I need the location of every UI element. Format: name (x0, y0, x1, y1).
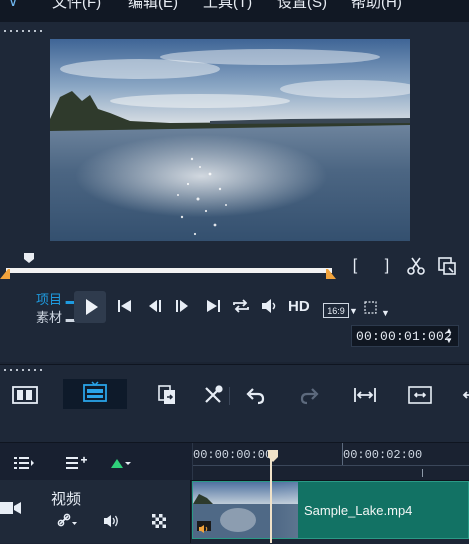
mark-in-icon[interactable]: [ (346, 257, 364, 275)
add-track-button[interactable] (66, 456, 88, 475)
playhead-line[interactable] (270, 452, 272, 543)
menu-edit[interactable]: 编辑(E) (128, 0, 178, 12)
panel-grip[interactable] (2, 29, 42, 33)
undo-icon (246, 388, 265, 405)
aspect-ratio-button[interactable]: 16:9 (323, 303, 349, 318)
skip-end-icon (207, 300, 220, 312)
go-to-start-button[interactable] (116, 298, 134, 319)
menu-tools[interactable]: 工具(T) (203, 0, 252, 12)
mark-out-icon[interactable]: ] (378, 257, 396, 275)
timecode-value: 00:00:01:002 (356, 328, 453, 344)
resize-icon (408, 386, 432, 404)
clip-thumbnail-frame (273, 482, 298, 538)
volume-icon (262, 299, 276, 313)
volume-button[interactable] (260, 297, 280, 320)
ruler-baseline (193, 465, 469, 466)
prev-frame-icon (149, 300, 161, 312)
project-resize-button[interactable] (405, 382, 435, 408)
scrubber-handle[interactable] (23, 251, 35, 263)
undo-button[interactable] (240, 382, 270, 408)
zoom-fit-icon (364, 301, 377, 314)
grid-icon (152, 514, 166, 528)
play-button[interactable] (74, 291, 106, 323)
track-list-icon (14, 457, 34, 469)
tools-icon (205, 385, 223, 403)
aspect-dropdown-icon[interactable]: ▼ (349, 306, 358, 316)
zoom-fit-button[interactable] (364, 301, 378, 320)
film-icon (12, 386, 38, 404)
timeline-ruler[interactable]: 00:00:00:00 00:00:02:00 (192, 443, 469, 480)
redo-icon (300, 388, 319, 405)
clip-audio-badge (197, 521, 211, 533)
menu-settings[interactable]: 设置(S) (277, 0, 327, 12)
menu-help[interactable]: 帮助(H) (351, 0, 402, 12)
edit-toolbar (0, 364, 469, 443)
toolbar-divider (229, 387, 230, 405)
preview-window[interactable] (50, 39, 410, 241)
storyboard-view-button[interactable] (63, 379, 127, 409)
storyboard-icon (83, 381, 107, 402)
video-track-header: 视频 (0, 480, 191, 543)
trim-marker-end[interactable] (326, 266, 336, 284)
go-to-end-button[interactable] (204, 298, 222, 319)
menu-file[interactable]: 文件(F) (52, 0, 101, 12)
fit-icon (354, 388, 376, 402)
ruler-tick-minor (422, 469, 423, 477)
toolbar-grip-dots[interactable] (2, 368, 42, 372)
next-frame-button[interactable] (173, 298, 191, 319)
timecode-stepper[interactable]: ▲ ▼ (445, 326, 453, 346)
link-button[interactable] (57, 513, 79, 532)
more-tools-button[interactable] (452, 382, 469, 408)
mode-project-label[interactable]: 项目 ▬ (36, 289, 76, 308)
ruler-start-time: 00:00:00:00 (193, 448, 273, 462)
previous-frame-button[interactable] (146, 298, 164, 319)
marker-button[interactable] (110, 456, 132, 474)
scissors-icon[interactable] (406, 256, 426, 281)
link-icon (57, 513, 77, 527)
speaker-icon (199, 525, 208, 533)
timecode-input[interactable]: 00:00:01:002 (351, 325, 459, 347)
copy-attributes-button[interactable] (152, 382, 182, 408)
menu-bar: ∨ 文件(F) 编辑(E) 工具(T) 设置(S) 帮助(H) (0, 0, 469, 22)
mode-clip-label[interactable]: 素材 ▬ (36, 307, 76, 326)
add-track-icon (66, 456, 87, 469)
copy-icon (158, 385, 175, 404)
skip-start-icon (118, 300, 131, 312)
hd-button[interactable]: HD (288, 298, 310, 315)
trim-marker-start[interactable] (0, 266, 10, 284)
scrubber-track[interactable] (6, 268, 332, 273)
ruler-mark-time: 00:00:02:00 (343, 448, 423, 462)
timeline-view-button[interactable] (10, 382, 40, 408)
lake-preview-image (50, 39, 410, 241)
tools-button[interactable] (198, 382, 228, 408)
track-volume-button[interactable] (103, 514, 121, 533)
playhead-handle[interactable] (267, 449, 279, 468)
fit-project-button[interactable] (350, 382, 380, 408)
app-menu-chevron-icon[interactable]: ∨ (8, 0, 18, 10)
camera-icon (0, 500, 22, 521)
repeat-icon (233, 299, 249, 313)
track-label: 视频 (51, 491, 82, 508)
ruler-tick-major (342, 443, 343, 465)
video-clip[interactable]: Sample_Lake.mp4 (192, 481, 469, 539)
marker-triangle-icon (111, 459, 131, 468)
next-frame-icon (176, 300, 188, 312)
play-icon (86, 299, 98, 315)
repeat-button[interactable] (231, 297, 251, 320)
zoom-dropdown-icon[interactable]: ▼ (381, 308, 390, 318)
track-manager-button[interactable] (14, 456, 36, 475)
arrow-left-icon (462, 391, 469, 399)
redo-button[interactable] (295, 382, 325, 408)
track-transparency-button[interactable] (152, 514, 166, 533)
volume-icon (104, 515, 118, 527)
snapshot-icon[interactable] (437, 256, 457, 281)
clip-name: Sample_Lake.mp4 (304, 503, 413, 518)
